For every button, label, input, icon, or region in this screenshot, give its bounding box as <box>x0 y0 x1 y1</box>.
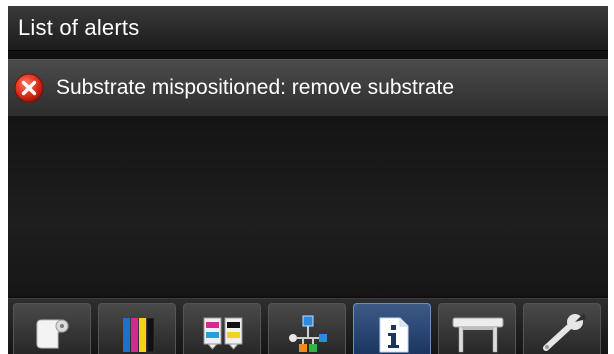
network-button[interactable] <box>268 303 346 354</box>
information-button[interactable] <box>353 303 431 354</box>
network-icon <box>289 315 327 352</box>
title-bar: List of alerts <box>8 6 608 51</box>
alert-message: Substrate mispositioned: remove substrat… <box>56 76 455 99</box>
ink-cartridges-icon <box>123 317 155 353</box>
printer-button[interactable] <box>438 303 516 354</box>
error-icon <box>14 73 44 103</box>
printheads-button[interactable] <box>183 303 261 354</box>
alert-list-empty-area <box>8 116 608 296</box>
alert-row[interactable]: Substrate mispositioned: remove substrat… <box>8 59 608 117</box>
substrate-button[interactable] <box>13 303 91 354</box>
settings-button[interactable] <box>523 303 601 354</box>
substrate-roll-icon <box>36 319 69 349</box>
wrench-icon <box>543 313 586 351</box>
page-title: List of alerts <box>18 15 140 40</box>
printer-display: List of alerts Substrate mispositioned: … <box>8 6 608 354</box>
printheads-icon <box>203 317 243 350</box>
information-icon <box>379 317 409 353</box>
bottom-toolbar <box>8 298 608 354</box>
printer-icon <box>452 317 504 353</box>
ink-cartridges-button[interactable] <box>98 303 176 354</box>
